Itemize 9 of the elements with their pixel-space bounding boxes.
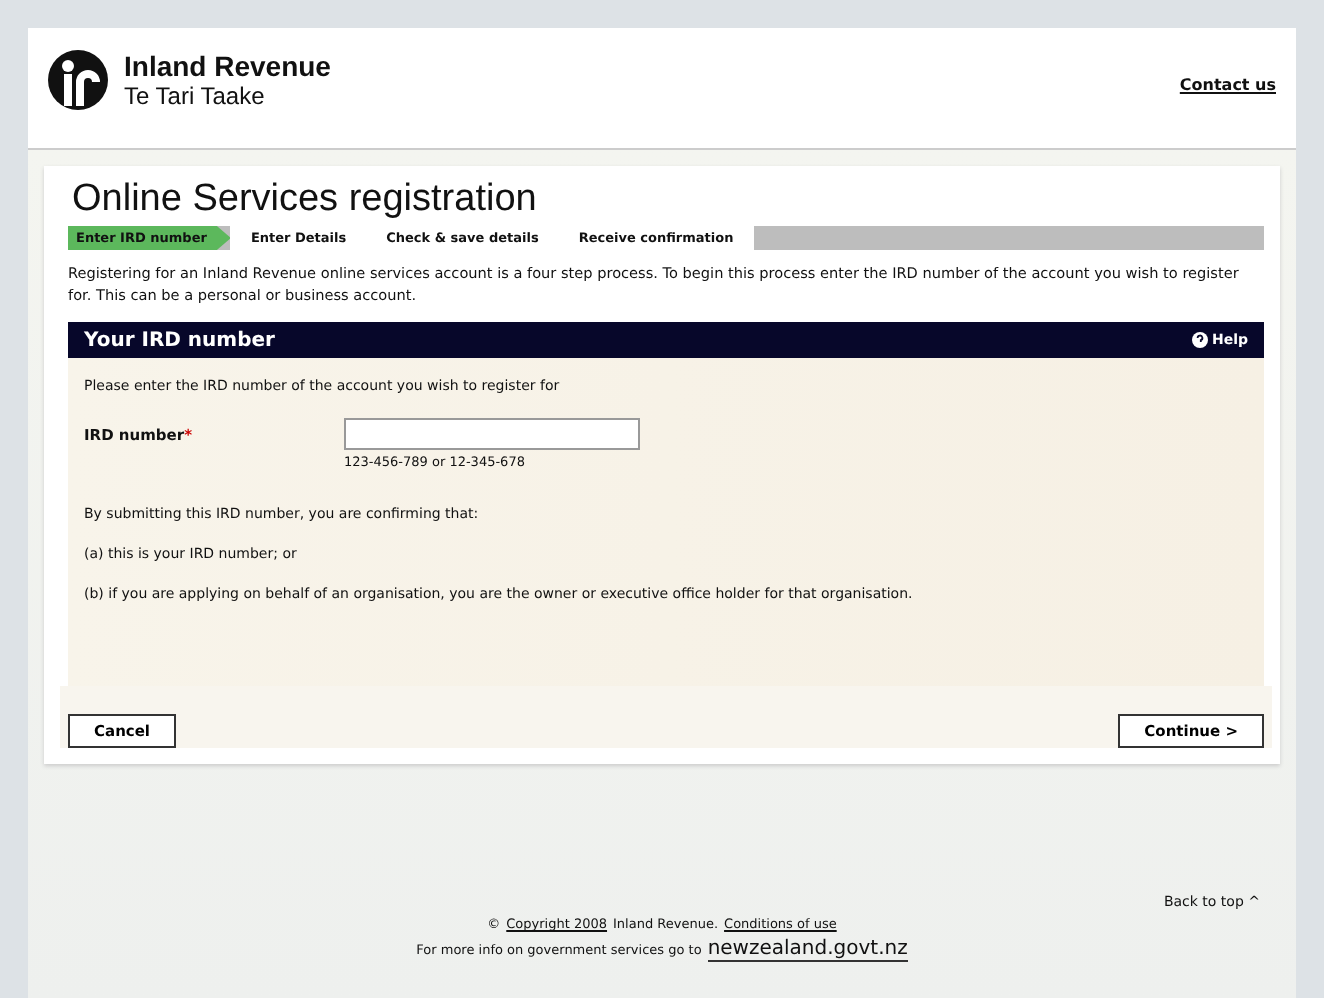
brand-subtitle: Te Tari Taake [124, 82, 267, 110]
contact-link[interactable]: Contact us [1179, 76, 1276, 94]
brand-name: Inland Revenue [124, 50, 331, 82]
help-icon [1191, 332, 1208, 348]
ir-logo-icon [48, 50, 108, 110]
govt-link[interactable]: newzealand.govt.nz [707, 938, 908, 962]
section-title: Your IRD number [84, 329, 275, 351]
page-title: Online Services registration [72, 178, 539, 222]
ird-number-field[interactable] [344, 418, 640, 450]
